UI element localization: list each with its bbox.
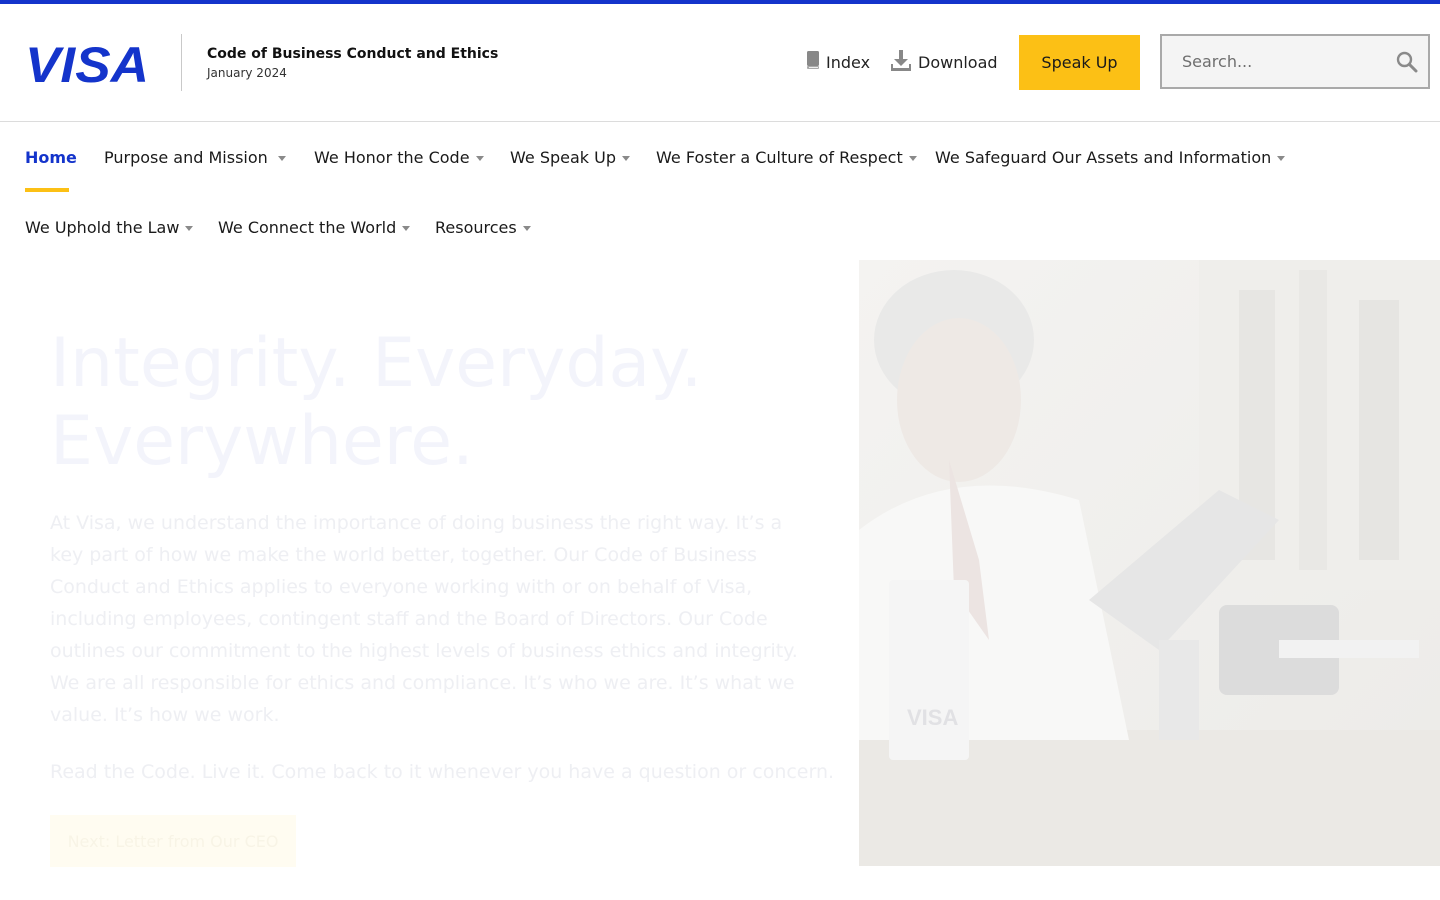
caret-down-icon bbox=[185, 225, 194, 231]
hero-body-text: At Visa, we understand the importance of… bbox=[50, 512, 798, 726]
hero-title-line-2: Everywhere. bbox=[50, 402, 474, 481]
nav-item-we-safeguard-our-assets-and-information[interactable]: We Safeguard Our Assets and Information bbox=[935, 122, 1286, 192]
main-nav-row-2: We Uphold the Law We Connect the World R… bbox=[0, 192, 1440, 262]
nav-item-resources[interactable]: Resources bbox=[435, 192, 531, 262]
nav-item-we-uphold-the-law[interactable]: We Uphold the Law bbox=[25, 192, 194, 262]
caret-down-icon bbox=[908, 155, 917, 161]
hero-title: Integrity. Everyday. Everywhere. bbox=[50, 325, 820, 481]
caret-down-icon bbox=[522, 225, 531, 231]
download-link[interactable]: Download bbox=[890, 50, 998, 74]
nav-item-label: Purpose and Mission bbox=[104, 147, 268, 167]
download-label: Download bbox=[918, 52, 998, 72]
hero-photo-merchant-terminal: VISA bbox=[859, 260, 1440, 866]
caret-down-icon bbox=[1277, 155, 1286, 161]
caret-down-icon bbox=[475, 155, 484, 161]
nav-item-purpose-and-mission[interactable]: Purpose and Mission bbox=[104, 122, 286, 192]
nav-item-label: We Safeguard Our Assets and Information bbox=[935, 147, 1272, 167]
hero-read-line: Read the Code. Live it. Come back to it … bbox=[50, 761, 835, 783]
caret-down-icon bbox=[622, 155, 630, 161]
nav-item-label: We Speak Up bbox=[510, 147, 616, 167]
nav-item-we-connect-the-world[interactable]: We Connect the World bbox=[218, 192, 411, 262]
nav-item-label: We Honor the Code bbox=[314, 147, 470, 167]
search-input[interactable] bbox=[1162, 36, 1386, 87]
next-letter-from-ceo-button[interactable]: Next: Letter from Our CEO bbox=[50, 815, 296, 867]
header-divider bbox=[181, 34, 182, 91]
index-link[interactable]: Index bbox=[806, 50, 870, 74]
download-icon bbox=[890, 49, 912, 75]
search-box bbox=[1160, 34, 1430, 89]
nav-item-label: Home bbox=[25, 147, 77, 167]
nav-item-we-honor-the-code[interactable]: We Honor the Code bbox=[314, 122, 484, 192]
main-nav-row-1: Home Purpose and Mission We Honor the Co… bbox=[0, 122, 1440, 192]
book-icon bbox=[806, 50, 820, 74]
nav-item-we-foster-a-culture-of-respect[interactable]: We Foster a Culture of Respect bbox=[656, 122, 917, 192]
hero-title-line-1: Integrity. Everyday. bbox=[50, 324, 703, 403]
nav-item-label: We Foster a Culture of Respect bbox=[656, 147, 903, 167]
visa-logo[interactable]: VISA bbox=[25, 42, 151, 86]
speak-up-button[interactable]: Speak Up bbox=[1019, 35, 1140, 90]
nav-item-label: We Connect the World bbox=[218, 217, 397, 237]
document-title: Code of Business Conduct and Ethics bbox=[207, 46, 499, 62]
nav-item-we-speak-up[interactable]: We Speak Up bbox=[510, 122, 630, 192]
caret-down-icon bbox=[277, 155, 286, 161]
svg-text:VISA: VISA bbox=[907, 705, 958, 730]
caret-down-icon bbox=[402, 225, 411, 231]
svg-text:VISA: VISA bbox=[25, 42, 149, 86]
document-date: January 2024 bbox=[207, 66, 287, 80]
nav-item-label: We Uphold the Law bbox=[25, 217, 180, 237]
site-header: VISA Code of Business Conduct and Ethics… bbox=[0, 4, 1440, 122]
search-icon[interactable] bbox=[1386, 36, 1428, 87]
nav-item-home[interactable]: Home bbox=[25, 122, 77, 192]
index-label: Index bbox=[826, 52, 871, 72]
nav-item-label: Resources bbox=[435, 217, 517, 237]
